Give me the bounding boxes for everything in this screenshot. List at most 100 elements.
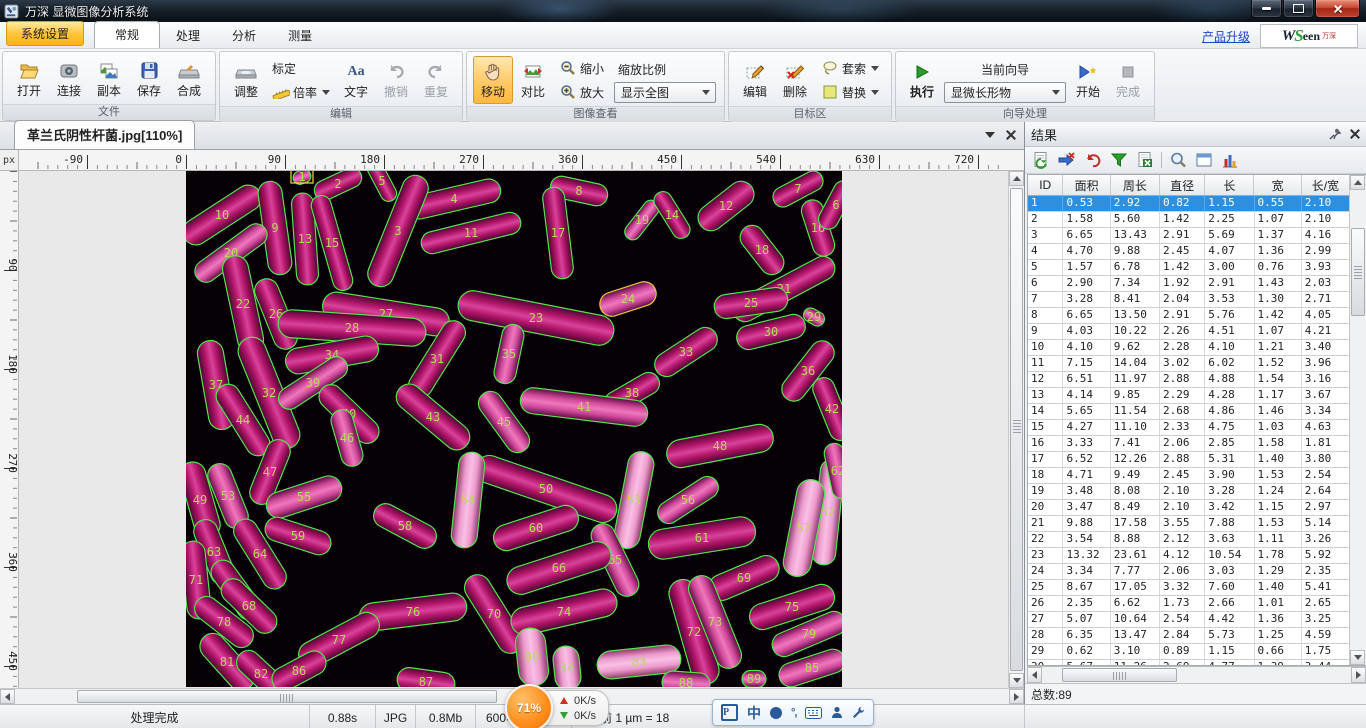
table-cell[interactable]: 1.54: [1255, 372, 1302, 387]
table-cell[interactable]: 2.10: [1302, 212, 1349, 227]
table-cell[interactable]: 26: [1028, 596, 1063, 611]
table-cell[interactable]: 17.05: [1111, 580, 1160, 595]
table-cell[interactable]: 3: [1028, 228, 1063, 243]
table-cell[interactable]: 4.12: [1160, 548, 1205, 563]
table-cell[interactable]: 3.53: [1205, 292, 1254, 307]
column-header-ratio[interactable]: 长/宽: [1302, 175, 1349, 195]
table-cell[interactable]: 4.42: [1205, 612, 1254, 627]
table-cell[interactable]: 5.65: [1063, 404, 1110, 419]
bacterium-89[interactable]: 89: [742, 671, 766, 688]
table-cell[interactable]: 5.69: [1205, 228, 1254, 243]
table-cell[interactable]: 4.75: [1205, 420, 1254, 435]
zoom-out-button[interactable]: 缩小: [555, 56, 608, 80]
table-cell[interactable]: 2.91: [1160, 308, 1205, 323]
table-cell[interactable]: 2.04: [1160, 292, 1205, 307]
table-row[interactable]: 286.3513.472.845.731.254.59: [1028, 628, 1349, 644]
duplicate-button[interactable]: 副本: [89, 55, 129, 103]
document-tab[interactable]: 革兰氏阴性杆菌.jpg[110%]: [14, 120, 195, 149]
table-cell[interactable]: 2.65: [1302, 596, 1349, 611]
table-row[interactable]: 219.8817.583.557.881.535.14: [1028, 516, 1349, 532]
table-cell[interactable]: 18: [1028, 468, 1063, 483]
table-row[interactable]: 176.5212.262.885.311.403.80: [1028, 452, 1349, 468]
table-row[interactable]: 62.907.341.922.911.432.03: [1028, 276, 1349, 292]
table-cell[interactable]: 1.39: [1255, 660, 1302, 665]
table-cell[interactable]: 5.92: [1302, 548, 1349, 563]
column-header-id[interactable]: ID: [1028, 175, 1063, 195]
bacteria-image[interactable]: 1258177431119141216181091315206212226232…: [186, 171, 842, 687]
pin-icon[interactable]: [1328, 127, 1342, 141]
table-cell[interactable]: 2.97: [1302, 500, 1349, 515]
table-cell[interactable]: 4.51: [1205, 324, 1254, 339]
table-cell[interactable]: 6: [1028, 276, 1063, 291]
table-row[interactable]: 21.585.601.422.251.072.10: [1028, 212, 1349, 228]
table-cell[interactable]: 6.35: [1063, 628, 1110, 643]
table-row[interactable]: 2313.3223.614.1210.541.785.92: [1028, 548, 1349, 564]
table-cell[interactable]: 7.88: [1205, 516, 1254, 531]
table-cell[interactable]: 7.60: [1205, 580, 1254, 595]
table-cell[interactable]: 5.14: [1302, 516, 1349, 531]
table-cell[interactable]: 3.42: [1205, 500, 1254, 515]
table-cell[interactable]: 3.54: [1063, 532, 1110, 547]
table-cell[interactable]: 7.77: [1111, 564, 1160, 579]
results-close-icon[interactable]: [1350, 129, 1360, 139]
table-row[interactable]: 134.149.852.294.281.173.67: [1028, 388, 1349, 404]
table-cell[interactable]: 3.32: [1160, 580, 1205, 595]
close-button[interactable]: [1315, 0, 1360, 18]
table-cell[interactable]: 0.55: [1255, 196, 1302, 211]
table-cell[interactable]: 13.50: [1111, 308, 1160, 323]
product-upgrade-link[interactable]: 产品升级: [1202, 28, 1250, 45]
network-speed-badge[interactable]: 71% 0K/s 0K/s: [505, 684, 609, 728]
table-cell[interactable]: 8: [1028, 308, 1063, 323]
table-row[interactable]: 145.6511.542.684.861.463.34: [1028, 404, 1349, 420]
table-cell[interactable]: 28: [1028, 628, 1063, 643]
table-cell[interactable]: 1.58: [1063, 212, 1110, 227]
table-cell[interactable]: 3.40: [1302, 340, 1349, 355]
table-cell[interactable]: 4.77: [1205, 660, 1254, 665]
table-cell[interactable]: 2.90: [1063, 276, 1110, 291]
table-cell[interactable]: 7: [1028, 292, 1063, 307]
table-cell[interactable]: 30: [1028, 660, 1063, 665]
table-cell[interactable]: 3.16: [1302, 372, 1349, 387]
table-row[interactable]: 290.623.100.891.150.661.75: [1028, 644, 1349, 660]
table-cell[interactable]: 11.97: [1111, 372, 1160, 387]
table-row[interactable]: 73.288.412.043.531.302.71: [1028, 292, 1349, 308]
lasso-button[interactable]: 套索: [817, 56, 883, 80]
table-row[interactable]: 184.719.492.453.901.532.54: [1028, 468, 1349, 484]
table-cell[interactable]: 1.81: [1302, 436, 1349, 451]
viewer-canvas[interactable]: 1258177431119141216181091315206212226232…: [19, 171, 1008, 688]
table-cell[interactable]: 4.05: [1302, 308, 1349, 323]
scroll-up-button[interactable]: [1350, 175, 1365, 190]
undo-button[interactable]: 撤销: [376, 56, 416, 104]
table-cell[interactable]: 4.63: [1302, 420, 1349, 435]
table-cell[interactable]: 11.26: [1111, 660, 1160, 665]
ime-keyboard-icon[interactable]: [805, 707, 822, 719]
scale-select[interactable]: 显示全图: [614, 82, 716, 103]
target-delete-button[interactable]: 删除: [775, 56, 815, 104]
table-cell[interactable]: 1.21: [1255, 340, 1302, 355]
table-cell[interactable]: 3.26: [1302, 532, 1349, 547]
table-cell[interactable]: 6.62: [1111, 596, 1160, 611]
table-cell[interactable]: 13.32: [1063, 548, 1110, 563]
table-cell[interactable]: 3.00: [1205, 260, 1254, 275]
zoom-in-button[interactable]: 放大: [555, 80, 608, 104]
table-cell[interactable]: 1.46: [1255, 404, 1302, 419]
table-cell[interactable]: 1.11: [1255, 532, 1302, 547]
table-cell[interactable]: 2.54: [1160, 612, 1205, 627]
table-cell[interactable]: 1.73: [1160, 596, 1205, 611]
table-cell[interactable]: 4.16: [1302, 228, 1349, 243]
table-cell[interactable]: 14.04: [1111, 356, 1160, 371]
table-cell[interactable]: 4.88: [1205, 372, 1254, 387]
tab-system-settings[interactable]: 系统设置: [6, 21, 84, 46]
table-cell[interactable]: 5.07: [1063, 612, 1110, 627]
table-cell[interactable]: 1.07: [1255, 324, 1302, 339]
table-cell[interactable]: 1.36: [1255, 244, 1302, 259]
scroll-right-button[interactable]: [1009, 689, 1024, 704]
refresh-icon[interactable]: [1031, 151, 1051, 169]
table-cell[interactable]: 2.06: [1160, 436, 1205, 451]
table-cell[interactable]: 6.51: [1063, 372, 1110, 387]
table-cell[interactable]: 3.34: [1063, 564, 1110, 579]
tab-measure[interactable]: 测量: [272, 23, 328, 48]
table-cell[interactable]: 3.34: [1302, 404, 1349, 419]
table-cell[interactable]: 20: [1028, 500, 1063, 515]
table-row[interactable]: 51.576.781.423.000.763.93: [1028, 260, 1349, 276]
